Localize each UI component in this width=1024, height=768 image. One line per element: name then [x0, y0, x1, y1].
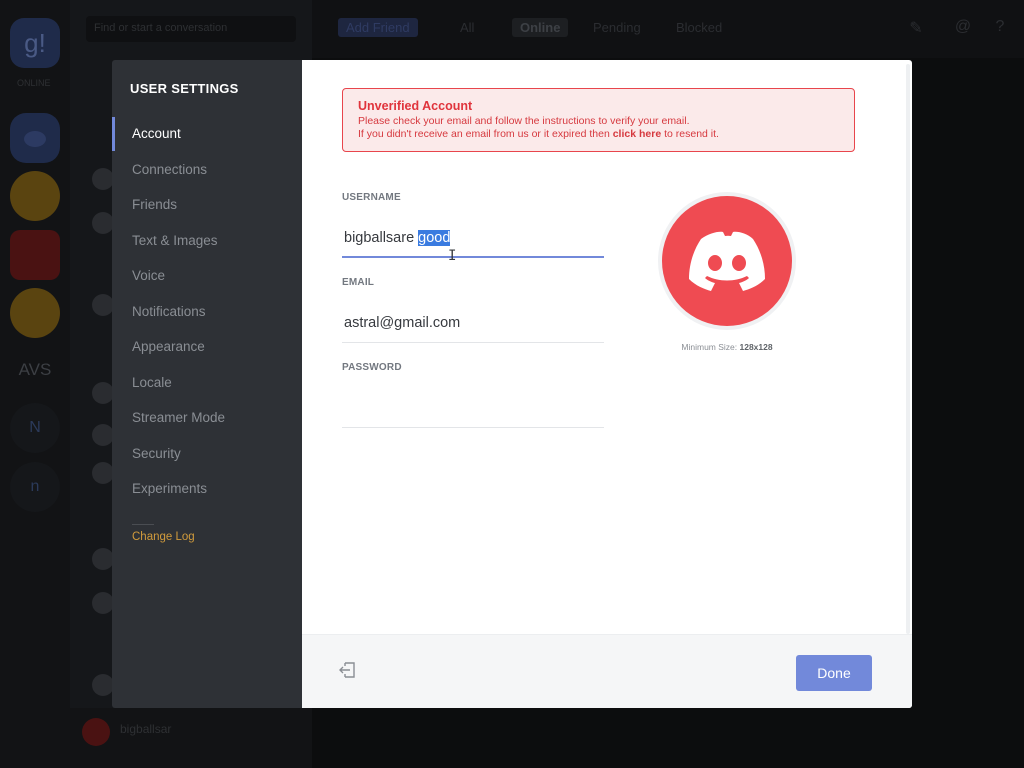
- username-selected-text: good: [418, 230, 451, 246]
- email-label: EMAIL: [342, 277, 375, 288]
- text-cursor-icon: I: [448, 248, 457, 264]
- changelog-link[interactable]: Change Log: [132, 531, 195, 543]
- sidebar-item-notifications[interactable]: Notifications: [112, 295, 302, 329]
- new-dm-icon[interactable]: ✎: [906, 18, 926, 38]
- dm-avatar[interactable]: [92, 548, 114, 570]
- user-name: bigballsar: [120, 722, 172, 736]
- guild-avatar-1[interactable]: [10, 171, 60, 221]
- alert-line-2: If you didn't receive an email from us o…: [358, 128, 839, 141]
- guild-text-n-lower[interactable]: n: [10, 462, 60, 512]
- avatar-caption-prefix: Minimum Size:: [681, 342, 740, 352]
- alert-line-2-prefix: If you didn't receive an email from us o…: [358, 127, 613, 140]
- logout-icon[interactable]: [338, 661, 356, 679]
- settings-footer: Done: [302, 634, 912, 708]
- alert-title: Unverified Account: [358, 99, 473, 113]
- guild-text-avs[interactable]: AVS: [10, 345, 60, 395]
- alert-line-1: Please check your email and follow the i…: [358, 115, 690, 127]
- mentions-icon[interactable]: @: [953, 18, 973, 38]
- add-friend-button[interactable]: Add Friend: [338, 18, 418, 37]
- username-text: bigballsare: [344, 230, 419, 246]
- tab-blocked[interactable]: Blocked: [668, 18, 730, 37]
- alert-line-2-suffix: to resend it.: [661, 127, 719, 140]
- user-avatar[interactable]: [82, 718, 110, 746]
- discord-guild-icon[interactable]: [10, 113, 60, 163]
- dm-avatar[interactable]: [92, 168, 114, 190]
- dm-avatar[interactable]: [92, 212, 114, 234]
- password-label: PASSWORD: [342, 362, 402, 373]
- settings-title: USER SETTINGS: [130, 81, 239, 96]
- tab-online[interactable]: Online: [512, 18, 569, 37]
- sidebar-item-security[interactable]: Security: [112, 437, 302, 471]
- dm-avatar[interactable]: [92, 424, 114, 446]
- avatar-uploader[interactable]: [658, 192, 796, 330]
- content-scrollbar[interactable]: [906, 64, 910, 634]
- guild-avatar-2[interactable]: [10, 230, 60, 280]
- unverified-account-alert: Unverified Account Please check your ema…: [342, 88, 855, 152]
- dm-avatar[interactable]: [92, 592, 114, 614]
- sidebar-item-account[interactable]: Account: [112, 117, 302, 151]
- user-settings-modal: USER SETTINGS Account Connections Friend…: [112, 60, 912, 708]
- sidebar-item-streamer-mode[interactable]: Streamer Mode: [112, 401, 302, 435]
- sidebar-item-voice[interactable]: Voice: [112, 259, 302, 293]
- search-input[interactable]: Find or start a conversation: [86, 16, 296, 42]
- avatar-caption-size: 128x128: [739, 342, 773, 352]
- online-count-label: ONLINE: [17, 78, 51, 88]
- help-icon[interactable]: ?: [990, 18, 1010, 38]
- dm-avatar[interactable]: [92, 674, 114, 696]
- settings-content: Unverified Account Please check your ema…: [302, 60, 912, 708]
- sidebar-divider: [132, 524, 154, 525]
- dm-avatar[interactable]: [92, 382, 114, 404]
- sidebar-item-connections[interactable]: Connections: [112, 153, 302, 187]
- avatar: [662, 196, 792, 326]
- dm-avatar[interactable]: [92, 294, 114, 316]
- username-field[interactable]: bigballsare good: [342, 222, 604, 258]
- sidebar-item-locale[interactable]: Locale: [112, 366, 302, 400]
- guild-text-n[interactable]: N: [10, 403, 60, 453]
- username-label: USERNAME: [342, 192, 401, 203]
- sidebar-item-friends[interactable]: Friends: [112, 188, 302, 222]
- guild-list: g! ONLINE AVS N n: [0, 0, 70, 768]
- tab-pending[interactable]: Pending: [585, 18, 649, 37]
- tab-all[interactable]: All: [452, 18, 482, 37]
- discord-logo-icon: [689, 231, 765, 291]
- home-guild-icon[interactable]: g!: [10, 18, 60, 68]
- resend-email-link[interactable]: click here: [613, 128, 661, 140]
- avatar-size-caption: Minimum Size: 128x128: [642, 342, 812, 352]
- sidebar-item-appearance[interactable]: Appearance: [112, 330, 302, 364]
- password-field[interactable]: [342, 392, 604, 428]
- dm-avatar[interactable]: [92, 462, 114, 484]
- settings-sidebar: USER SETTINGS Account Connections Friend…: [112, 60, 302, 708]
- sidebar-item-text-images[interactable]: Text & Images: [112, 224, 302, 258]
- guild-avatar-3[interactable]: [10, 288, 60, 338]
- done-button[interactable]: Done: [796, 655, 872, 691]
- email-field[interactable]: astral@gmail.com: [342, 307, 604, 343]
- sidebar-item-experiments[interactable]: Experiments: [112, 472, 302, 506]
